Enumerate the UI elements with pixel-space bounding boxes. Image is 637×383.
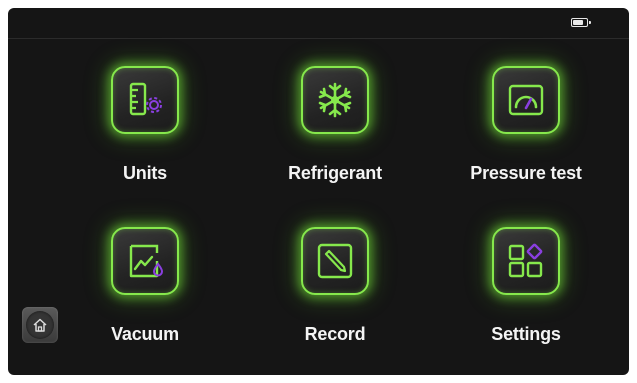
pressure-test-label: Pressure test bbox=[470, 163, 582, 183]
units-label: Units bbox=[122, 163, 167, 183]
record-edit-icon bbox=[317, 243, 353, 279]
units-icon bbox=[129, 82, 162, 116]
vacuum-button[interactable] bbox=[111, 227, 179, 295]
settings-grid-icon bbox=[508, 243, 543, 278]
home-button[interactable] bbox=[22, 307, 58, 343]
device-screen: Units Refrigerant Pressure test Vacuum R… bbox=[8, 8, 629, 375]
gauge-icon bbox=[508, 84, 544, 116]
refrigerant-label: Refrigerant bbox=[288, 163, 382, 183]
menu-item-units[interactable]: Units bbox=[70, 66, 220, 216]
status-bar bbox=[8, 8, 629, 39]
refrigerant-button[interactable] bbox=[301, 66, 369, 134]
record-label: Record bbox=[304, 324, 366, 344]
pressure-test-button[interactable] bbox=[492, 66, 560, 134]
home-icon bbox=[33, 318, 47, 332]
menu-item-record[interactable]: Record bbox=[260, 227, 410, 375]
menu-item-vacuum[interactable]: Vacuum bbox=[70, 227, 220, 375]
menu-item-settings[interactable]: Settings bbox=[451, 227, 601, 375]
record-button[interactable] bbox=[301, 227, 369, 295]
battery-icon bbox=[571, 18, 591, 27]
snowflake-icon bbox=[318, 82, 352, 118]
settings-label: Settings bbox=[491, 324, 561, 344]
settings-button[interactable] bbox=[492, 227, 560, 295]
menu-item-refrigerant[interactable]: Refrigerant bbox=[260, 66, 410, 216]
menu-item-pressure-test[interactable]: Pressure test bbox=[451, 66, 601, 216]
vacuum-label: Vacuum bbox=[111, 324, 179, 344]
vacuum-chart-icon bbox=[129, 244, 163, 278]
units-button[interactable] bbox=[111, 66, 179, 134]
